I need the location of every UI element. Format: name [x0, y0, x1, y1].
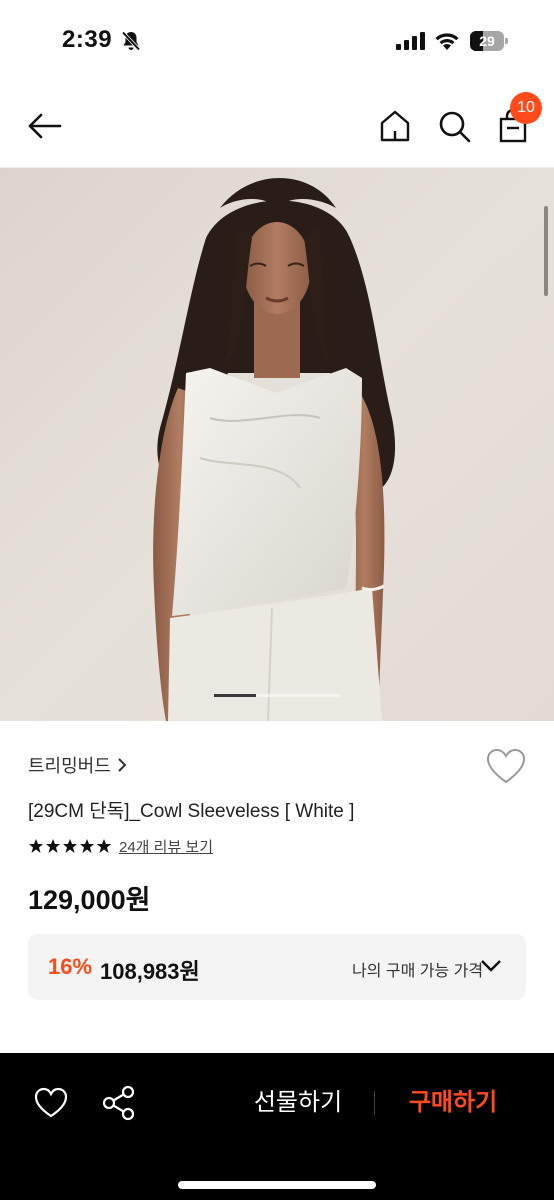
image-pagination-active — [214, 694, 256, 697]
wishlist-heart-icon[interactable] — [486, 748, 526, 786]
battery-level: 29 — [479, 33, 495, 49]
divider — [374, 1091, 375, 1115]
star-icon — [46, 839, 60, 853]
product-image[interactable] — [0, 168, 554, 721]
product-title: [29CM 단독]_Cowl Sleeveless [ White ] — [28, 801, 355, 822]
chevron-right-icon — [118, 758, 127, 772]
product-price: 129,000원 — [28, 885, 151, 915]
battery-icon: 29 — [470, 31, 508, 51]
home-indicator — [178, 1181, 376, 1189]
cart-count-badge: 10 — [510, 92, 542, 124]
home-icon[interactable] — [378, 108, 412, 144]
arrow-left-icon[interactable] — [24, 108, 64, 144]
signal-icon — [396, 32, 425, 50]
rating-row: 24개 리뷰 보기 — [28, 836, 213, 856]
status-time: 2:39 — [62, 26, 113, 53]
status-bar: 2:39 29 — [0, 0, 554, 84]
bell-slash-icon — [121, 31, 141, 51]
star-icon — [29, 839, 43, 853]
star-rating — [28, 838, 113, 854]
gift-button[interactable]: 선물하기 — [250, 1083, 346, 1123]
buy-button[interactable]: 구매하기 — [402, 1083, 504, 1123]
share-icon[interactable] — [102, 1085, 136, 1121]
my-price-label: 나의 구매 가능 가격 — [352, 963, 484, 980]
image-pagination — [214, 694, 340, 697]
bottom-action-bar: 선물하기 구매하기 — [0, 1053, 554, 1200]
chevron-down-icon — [481, 960, 501, 972]
star-icon — [80, 839, 94, 853]
brand-link[interactable]: 트리밍버드 — [28, 752, 127, 778]
search-icon[interactable] — [436, 108, 472, 144]
discount-price: 108,983원 — [100, 959, 200, 984]
top-navigation — [0, 84, 554, 168]
image-scrollbar[interactable] — [544, 206, 548, 296]
review-link[interactable]: 24개 리뷰 보기 — [119, 836, 213, 857]
heart-icon[interactable] — [34, 1087, 68, 1119]
wifi-icon — [435, 33, 459, 50]
discount-rate: 16% — [48, 954, 93, 979]
star-icon — [63, 839, 77, 853]
brand-name: 트리밍버드 — [28, 756, 111, 776]
model-photo — [0, 168, 554, 721]
my-price-box[interactable]: 16% 108,983원 나의 구매 가능 가격 — [28, 934, 526, 1000]
star-icon — [97, 839, 111, 853]
